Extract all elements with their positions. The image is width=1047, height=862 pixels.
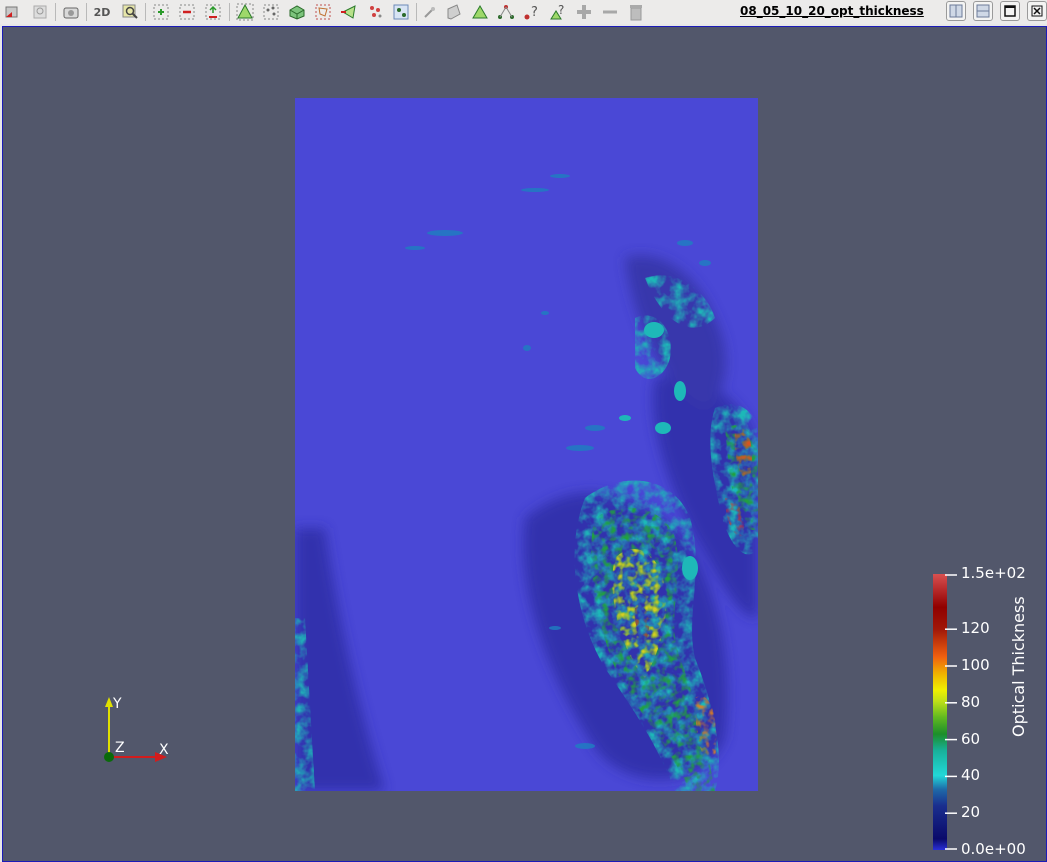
color-legend-label: 0.0e+00 xyxy=(961,840,1026,858)
zoom-to-box-icon[interactable] xyxy=(120,2,140,22)
select-cells-on-icon[interactable] xyxy=(235,2,255,22)
select-points-frustum-icon[interactable] xyxy=(261,2,281,22)
color-legend-label: 20 xyxy=(961,803,981,822)
select-cells-with-polygon-icon[interactable] xyxy=(444,2,464,22)
color-legend-title: Optical Thickness xyxy=(1009,596,1028,737)
split-horizontal-icon[interactable] xyxy=(946,1,966,21)
maximize-icon[interactable] xyxy=(1000,1,1020,21)
points-query-icon[interactable]: ? xyxy=(522,2,542,22)
axis-y-label: Y xyxy=(113,696,122,712)
interactive-select-cells-icon[interactable] xyxy=(339,2,359,22)
svg-text:?: ? xyxy=(558,3,564,17)
clear-selection-trash-icon[interactable] xyxy=(600,2,620,22)
view-toolbar: 2D ? ? 08_05_10_20_opt_thickness xyxy=(0,0,1047,24)
color-legend-label: 80 xyxy=(961,692,981,711)
color-legend-label: 120 xyxy=(961,619,990,638)
color-legend-bar xyxy=(933,574,957,850)
toggle-2d-button[interactable]: 2D xyxy=(92,2,112,22)
color-legend-label: 100 xyxy=(961,656,990,674)
zoom-closest-icon[interactable] xyxy=(30,2,50,22)
interactive-select-points-icon[interactable] xyxy=(365,2,385,22)
orientation-axes xyxy=(104,697,167,762)
svg-text:?: ? xyxy=(531,5,538,20)
select-points-on-icon[interactable] xyxy=(151,2,171,22)
color-legend-label: 1.5e+02 xyxy=(961,564,1026,582)
optical-thickness-field xyxy=(295,98,758,791)
delete-selection-icon[interactable] xyxy=(626,2,646,22)
hover-points-icon[interactable] xyxy=(391,2,411,22)
axis-z-label: Z xyxy=(115,740,125,756)
screenshot-icon[interactable] xyxy=(61,2,81,22)
grow-selection-icon[interactable] xyxy=(203,2,223,22)
select-block-icon[interactable] xyxy=(287,2,307,22)
grow-selection-plus-icon[interactable]: ? xyxy=(548,2,568,22)
select-points-off-icon[interactable] xyxy=(177,2,197,22)
color-legend-label: 40 xyxy=(961,766,981,785)
axis-x-label: X xyxy=(159,742,169,758)
probe-points-icon[interactable] xyxy=(470,2,490,22)
shrink-selection-minus-icon[interactable] xyxy=(574,2,594,22)
color-legend-label: 60 xyxy=(961,729,981,748)
hover-cells-icon[interactable] xyxy=(420,2,440,22)
select-cells-polygon-icon[interactable] xyxy=(313,2,333,22)
reset-camera-closest-icon[interactable] xyxy=(2,2,22,22)
cells-query-icon[interactable] xyxy=(496,2,516,22)
render-view[interactable]: Optical Thickness Y Z X 1.5e+02 120 100 80 6… xyxy=(2,26,1047,862)
split-vertical-icon[interactable] xyxy=(973,1,993,21)
close-view-icon[interactable] xyxy=(1027,1,1047,21)
view-title: 08_05_10_20_opt_thickness xyxy=(740,4,924,18)
